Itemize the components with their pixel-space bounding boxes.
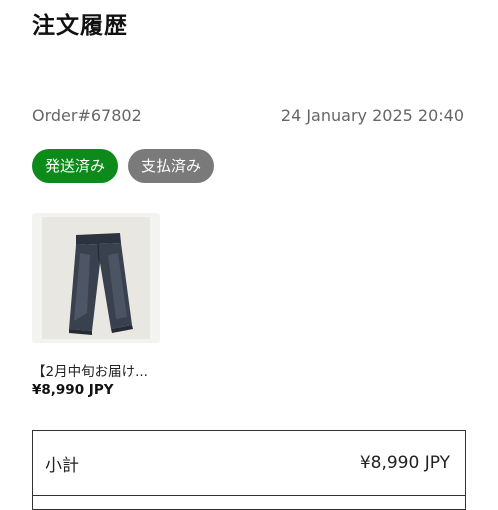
order-date: 24 January 2025 20:40 <box>280 106 464 125</box>
jeans-photo-icon <box>42 217 150 339</box>
product-name[interactable]: 【2月中旬お届け... <box>32 360 160 380</box>
status-badges: 発送済み 支払済み <box>32 149 215 183</box>
order-summary-box: 小計 ¥8,990 JPY <box>32 430 466 510</box>
product-card[interactable]: 【2月中旬お届け... ¥8,990 JPY <box>32 213 160 398</box>
product-image[interactable] <box>32 213 160 343</box>
order-number: Order#67802 <box>32 106 142 125</box>
subtotal-row: 小計 ¥8,990 JPY <box>33 431 465 496</box>
page-title: 注文履歴 <box>32 13 128 39</box>
product-price: ¥8,990 JPY <box>32 382 114 398</box>
subtotal-label: 小計 <box>45 455 79 476</box>
shipped-status-badge: 発送済み <box>32 149 119 183</box>
subtotal-value: ¥8,990 JPY <box>359 453 450 473</box>
paid-status-badge: 支払済み <box>128 149 215 183</box>
order-info-row: Order#67802 24 January 2025 20:40 <box>32 106 464 125</box>
